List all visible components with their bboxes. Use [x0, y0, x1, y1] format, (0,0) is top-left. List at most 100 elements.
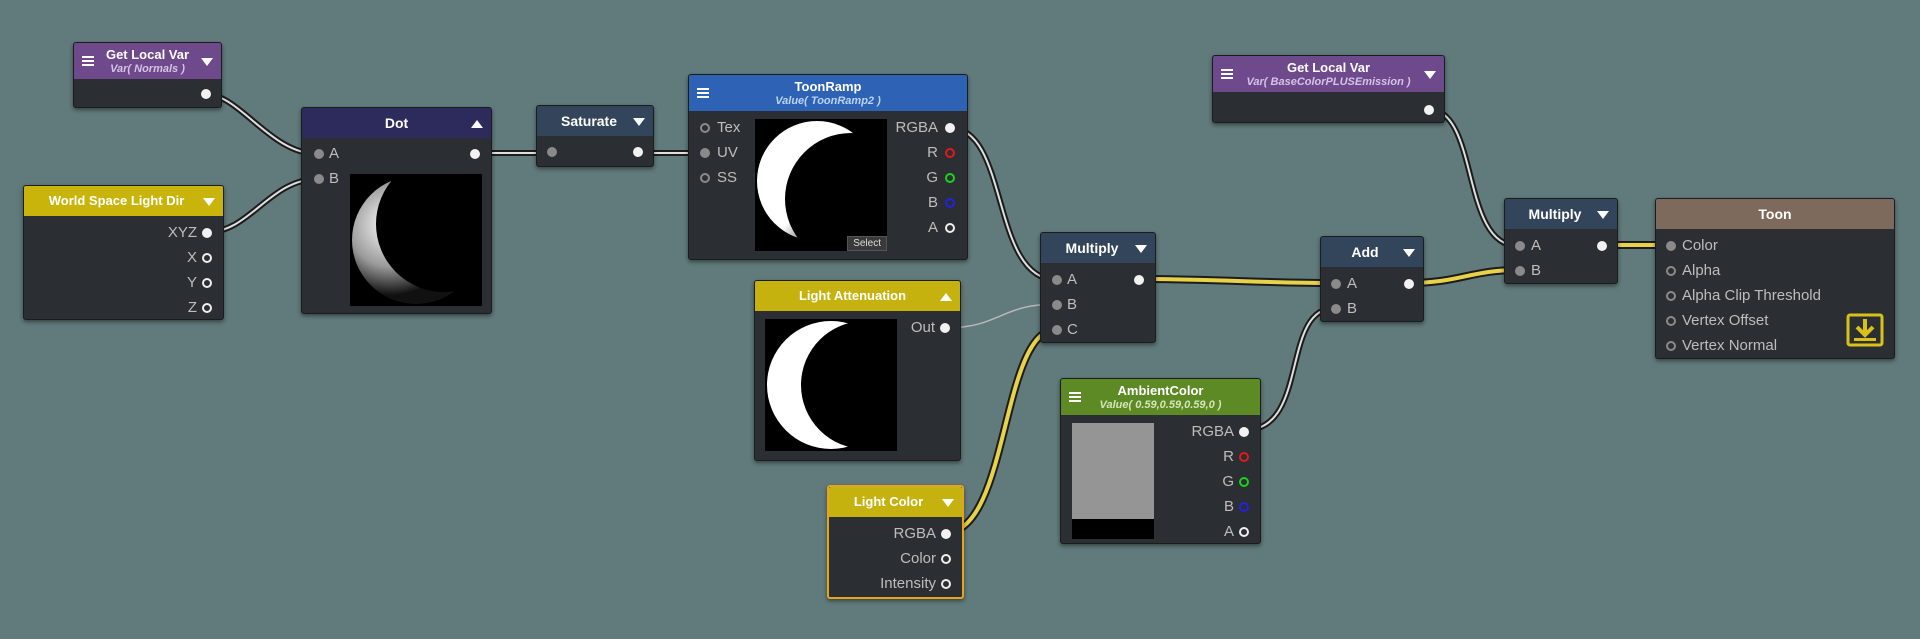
input-port-c[interactable]	[1052, 325, 1062, 335]
port-label-a: A	[1347, 275, 1358, 292]
node-multiply-1[interactable]: Multiply A B C	[1040, 232, 1156, 343]
input-port-vertex-normal[interactable]	[1666, 341, 1676, 351]
input-port-a[interactable]	[1331, 279, 1341, 289]
node-dot[interactable]: Dot A B	[301, 107, 492, 314]
triangle-down-icon[interactable]	[942, 499, 954, 507]
menu-icon[interactable]	[1069, 392, 1081, 402]
input-port-tex[interactable]	[700, 123, 710, 133]
node-light-color[interactable]: Light Color RGBA Color Intensity	[827, 485, 964, 599]
triangle-up-icon[interactable]	[471, 120, 483, 128]
port-label-alpha-clip-threshold: Alpha Clip Threshold	[1682, 287, 1821, 304]
output-port[interactable]	[470, 149, 480, 159]
port-label-rgba: RGBA	[895, 119, 938, 136]
node-header[interactable]: Light Attenuation	[755, 281, 960, 311]
output-port-a[interactable]	[945, 223, 955, 233]
node-title: Get Local Var	[1286, 60, 1371, 75]
port-label-out: Out	[910, 319, 935, 336]
output-port[interactable]	[1597, 241, 1607, 251]
triangle-down-icon[interactable]	[633, 118, 645, 126]
node-toon-ramp[interactable]: ToonRamp Value( ToonRamp2 ) Tex UV SS Se…	[688, 74, 968, 260]
menu-icon[interactable]	[82, 56, 94, 66]
node-header[interactable]: ToonRamp Value( ToonRamp2 )	[689, 75, 967, 111]
input-port-alpha[interactable]	[1666, 266, 1676, 276]
triangle-down-icon[interactable]	[1597, 211, 1609, 219]
node-header[interactable]: Get Local Var Var( Normals )	[74, 43, 221, 79]
output-port-y[interactable]	[202, 278, 212, 288]
input-port-b[interactable]	[1515, 266, 1525, 276]
input-port-a[interactable]	[1515, 241, 1525, 251]
output-port-out[interactable]	[940, 323, 950, 333]
wire-multiply-to-add-a[interactable]	[1134, 275, 1339, 287]
input-port-uv[interactable]	[700, 148, 710, 158]
output-port-b[interactable]	[1239, 502, 1249, 512]
output-port-b[interactable]	[945, 198, 955, 208]
port-label-a: A	[329, 145, 340, 162]
node-light-attenuation[interactable]: Light Attenuation Out	[754, 280, 961, 461]
input-port-color[interactable]	[1666, 241, 1676, 251]
port-label-vertex-offset: Vertex Offset	[1682, 312, 1769, 329]
node-header[interactable]: Multiply	[1041, 233, 1155, 263]
input-port-b[interactable]	[314, 174, 324, 184]
toon-ramp-preview-image: Select	[755, 119, 887, 251]
input-port-a[interactable]	[1052, 275, 1062, 285]
node-toon-output[interactable]: Toon Color Alpha Alpha Clip Threshold Ve…	[1655, 198, 1895, 359]
output-port-rgba[interactable]	[945, 123, 955, 133]
triangle-down-icon[interactable]	[1424, 71, 1436, 79]
output-port-rgba[interactable]	[941, 529, 951, 539]
triangle-down-icon[interactable]	[1135, 245, 1147, 253]
save-download-icon[interactable]	[1846, 313, 1884, 347]
output-port[interactable]	[1134, 275, 1144, 285]
node-header[interactable]: Toon	[1656, 199, 1894, 229]
triangle-up-icon[interactable]	[940, 293, 952, 301]
node-header[interactable]: Add	[1321, 237, 1423, 267]
input-port-ss[interactable]	[700, 173, 710, 183]
port-label-rgba: RGBA	[893, 525, 936, 542]
output-port-a[interactable]	[1239, 527, 1249, 537]
node-header[interactable]: Saturate	[537, 106, 653, 136]
node-world-space-light-dir[interactable]: World Space Light Dir XYZ X Y Z	[23, 185, 224, 320]
output-port-rgba[interactable]	[1239, 427, 1249, 437]
node-add[interactable]: Add A B	[1320, 236, 1424, 322]
input-port-b[interactable]	[1331, 304, 1341, 314]
triangle-down-icon[interactable]	[203, 198, 215, 206]
node-header[interactable]: Get Local Var Var( BaseColorPLUSEmission…	[1213, 56, 1444, 92]
menu-icon[interactable]	[697, 88, 709, 98]
input-port-a[interactable]	[314, 149, 324, 159]
node-header[interactable]: Dot	[302, 108, 491, 138]
output-port-g[interactable]	[1239, 477, 1249, 487]
output-port-intensity[interactable]	[941, 579, 951, 589]
node-header[interactable]: Light Color	[829, 487, 962, 517]
input-port-b[interactable]	[1052, 300, 1062, 310]
input-port-alpha-clip-threshold[interactable]	[1666, 291, 1676, 301]
node-header[interactable]: Multiply	[1505, 199, 1617, 229]
select-texture-button[interactable]: Select	[847, 236, 887, 251]
output-port-z[interactable]	[202, 303, 212, 313]
port-label-vertex-normal: Vertex Normal	[1682, 337, 1778, 354]
node-header[interactable]: AmbientColor Value( 0.59,0.59,0.59,0 )	[1061, 379, 1260, 415]
output-port-color[interactable]	[941, 554, 951, 564]
output-port-xyz[interactable]	[202, 228, 212, 238]
input-port[interactable]	[547, 147, 557, 157]
wire-add-to-multiply2-b[interactable]	[1404, 266, 1522, 287]
input-port-vertex-offset[interactable]	[1666, 316, 1676, 326]
node-header[interactable]: World Space Light Dir	[24, 186, 223, 216]
output-port[interactable]	[1404, 279, 1414, 289]
output-port-g[interactable]	[945, 173, 955, 183]
menu-icon[interactable]	[1221, 69, 1233, 79]
node-get-local-var-basecolor[interactable]: Get Local Var Var( BaseColorPLUSEmission…	[1212, 55, 1445, 123]
node-multiply-2[interactable]: Multiply A B	[1504, 198, 1618, 284]
output-port-r[interactable]	[1239, 452, 1249, 462]
port-label-b: B	[927, 194, 938, 211]
output-port[interactable]	[1424, 105, 1434, 115]
output-port-x[interactable]	[202, 253, 212, 263]
node-get-local-var-normals[interactable]: Get Local Var Var( Normals )	[73, 42, 222, 108]
output-port-r[interactable]	[945, 148, 955, 158]
port-label-color: Color	[1682, 237, 1718, 254]
triangle-down-icon[interactable]	[201, 58, 213, 66]
node-ambient-color[interactable]: AmbientColor Value( 0.59,0.59,0.59,0 ) R…	[1060, 378, 1261, 544]
output-port[interactable]	[201, 89, 211, 99]
node-saturate[interactable]: Saturate	[536, 105, 654, 167]
node-subtitle: Value( 0.59,0.59,0.59,0 )	[1099, 399, 1222, 411]
triangle-down-icon[interactable]	[1403, 249, 1415, 257]
output-port[interactable]	[633, 147, 643, 157]
